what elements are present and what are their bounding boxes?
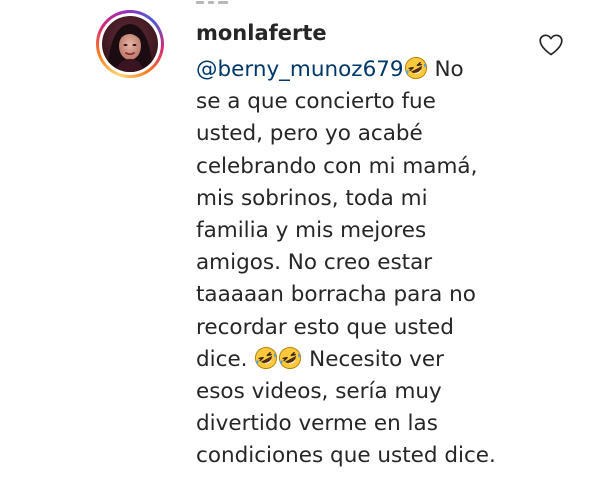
comment: monlaferte @berny_munoz679 No se a que co… (196, 18, 526, 473)
comment-text-segment: celebrando con mi mamá, (196, 153, 478, 179)
comment-text-segment: amigos. No creo estar (196, 250, 433, 276)
comment-text-line: recordar esto que usted (196, 312, 526, 344)
comment-text-segment: dice. (196, 346, 255, 372)
comment-text-line: mis sobrinos, toda mi (196, 183, 526, 215)
comment-text-segment: se a que concierto fue (196, 89, 436, 115)
comment-text-line: dice. Necesito ver (196, 344, 526, 376)
comment-text-line: usted, pero yo acabé (196, 118, 526, 150)
comment-text-segment: mis sobrinos, toda mi (196, 185, 428, 211)
rolling-on-floor-laughing-emoji-icon (278, 346, 302, 370)
comment-text-line: se a que concierto fue (196, 86, 526, 118)
comment-text-segment: usted, pero yo acabé (196, 121, 423, 147)
rolling-on-floor-laughing-emoji-icon (404, 56, 428, 80)
comment-text-line: familia y mis mejores (196, 215, 526, 247)
comment-text-line: taaaaan borracha para no (196, 279, 526, 311)
heart-outline-icon[interactable] (538, 33, 564, 57)
comment-text-line: esos videos, sería muy (196, 376, 526, 408)
comment-text-line: divertido verme en las (196, 408, 526, 440)
previous-comment-fragment (196, 0, 236, 4)
mention-link[interactable]: @berny_munoz679 (196, 57, 404, 82)
comment-text-segment: No (427, 57, 464, 82)
comment-text-segment: recordar esto que usted (196, 314, 454, 340)
comment-text-segment: familia y mis mejores (196, 218, 427, 244)
comment-text-line: @berny_munoz679 No (196, 54, 526, 86)
comment-text-segment: condiciones que usted dice. (196, 443, 496, 469)
comment-text-segment: divertido verme en las (196, 411, 438, 437)
comment-text-line: amigos. No creo estar (196, 247, 526, 279)
comment-text-segment: Necesito ver (302, 346, 444, 372)
comment-username[interactable]: monlaferte (196, 18, 526, 48)
rolling-on-floor-laughing-emoji-icon (254, 346, 278, 370)
comment-text-line: condiciones que usted dice. (196, 440, 526, 472)
avatar-photo (102, 16, 158, 72)
comment-text: @berny_munoz679 No se a que concierto fue… (196, 54, 526, 473)
avatar[interactable] (96, 10, 164, 78)
comment-text-line: celebrando con mi mamá, (196, 151, 526, 183)
comment-text-segment: esos videos, sería muy (196, 379, 442, 405)
comment-text-segment: taaaaan borracha para no (196, 282, 476, 308)
